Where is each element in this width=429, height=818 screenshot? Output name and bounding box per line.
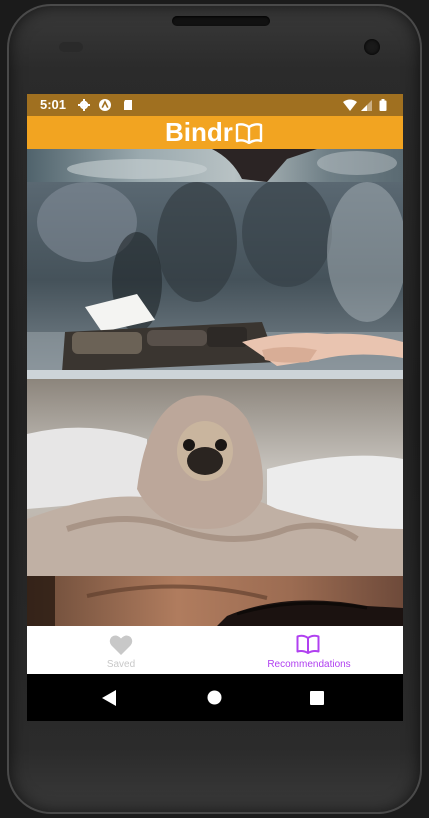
- back-icon[interactable]: [102, 690, 116, 706]
- recents-icon[interactable]: [310, 691, 324, 705]
- app-title: Bindr: [165, 117, 233, 147]
- status-time: 5:01: [40, 97, 67, 112]
- app-logo: Bindr: [165, 116, 263, 149]
- nav-label-recommendations: Recommendations: [267, 659, 351, 670]
- screen: 5:01 Bindr Saved Recommendations: [27, 94, 403, 721]
- earpiece-speaker: [172, 16, 270, 26]
- status-bar: 5:01: [27, 94, 403, 116]
- wifi-icon: [343, 99, 357, 111]
- pug-in-blanket-photo: [27, 379, 403, 576]
- eye-closeup-photo: [27, 576, 403, 626]
- book-card[interactable]: [27, 379, 403, 576]
- open-book-icon: [296, 634, 320, 654]
- nav-label-saved: Saved: [106, 659, 136, 670]
- system-navigation-bar: [27, 674, 403, 721]
- home-icon[interactable]: [207, 690, 222, 705]
- book-card[interactable]: [27, 182, 403, 379]
- open-book-icon: [235, 122, 263, 144]
- recommendations-feed[interactable]: [27, 149, 403, 626]
- book-card[interactable]: [27, 576, 403, 626]
- typewriter-hands-photo: [27, 182, 403, 379]
- battery-icon: [379, 99, 387, 111]
- proximity-sensor: [59, 42, 83, 52]
- app-bar: Bindr: [27, 116, 403, 149]
- bottom-navigation: Saved Recommendations: [27, 626, 403, 674]
- nav-item-saved[interactable]: Saved: [27, 626, 215, 674]
- heart-icon: [109, 635, 133, 655]
- signal-icon: [361, 100, 372, 111]
- book-card[interactable]: [27, 149, 403, 182]
- sd-card-icon: [124, 100, 132, 110]
- smoky-hair-photo: [27, 149, 403, 182]
- settings-icon: [78, 99, 90, 111]
- front-camera: [364, 39, 380, 55]
- app-a-icon: [99, 99, 111, 111]
- nav-item-recommendations[interactable]: Recommendations: [215, 626, 403, 674]
